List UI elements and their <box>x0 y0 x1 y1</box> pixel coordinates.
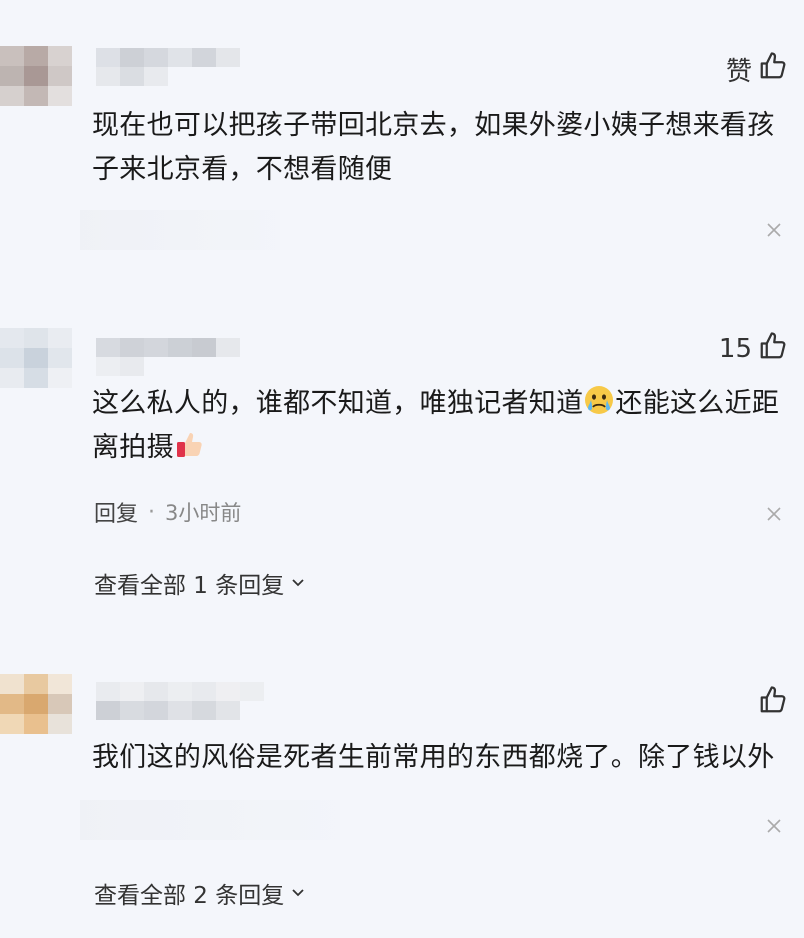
view-replies-button[interactable]: 查看全部 2 条回复 <box>94 876 306 910</box>
comment-3: 我们这的风俗是死者生前常用的东西都烧了。除了钱以外 查看全部 2 条回复 <box>0 640 804 938</box>
separator-dot: · <box>148 499 156 525</box>
comment-1: 赞 现在也可以把孩子带回北京去，如果外婆小姨子想来看孩子来北京看，不想看随便 <box>0 0 804 300</box>
reply-button[interactable]: 回复 <box>94 496 138 528</box>
timestamp: 3小时前 <box>165 501 242 525</box>
like-count: 15 <box>718 334 752 364</box>
avatar[interactable] <box>0 328 72 390</box>
username-blurred[interactable] <box>96 48 240 86</box>
thumbs-up-icon <box>758 331 788 368</box>
thumbs-up-emoji <box>174 428 206 460</box>
like-button[interactable]: 15 <box>718 331 788 368</box>
blurred-region <box>80 800 340 840</box>
chevron-down-icon <box>290 880 306 906</box>
avatar[interactable] <box>0 46 72 108</box>
like-button[interactable]: 赞 <box>725 51 788 88</box>
like-label: 赞 <box>725 56 752 87</box>
thumbs-up-icon <box>758 51 788 88</box>
view-replies-label: 查看全部 1 条回复 <box>94 573 285 599</box>
chevron-down-icon <box>290 570 306 596</box>
close-icon[interactable] <box>766 506 782 522</box>
avatar[interactable] <box>0 674 72 736</box>
blurred-region <box>80 210 280 250</box>
comment-text: 这么私人的，谁都不知道，唯独记者知道 还能这么近距离拍摄 <box>92 382 790 470</box>
view-replies-label: 查看全部 2 条回复 <box>94 883 285 909</box>
username-blurred[interactable] <box>96 338 240 376</box>
like-button[interactable] <box>758 685 788 722</box>
comment-text: 我们这的风俗是死者生前常用的东西都烧了。除了钱以外 <box>92 742 775 773</box>
close-icon[interactable] <box>766 818 782 834</box>
thumbs-up-icon <box>758 685 788 722</box>
comment-2: 15 这么私人的，谁都不知道，唯独记者知道 还能这么近距离拍摄 回复 · 3小时前… <box>0 300 804 640</box>
comment-text-part1: 这么私人的，谁都不知道，唯独记者知道 <box>92 388 584 419</box>
crying-face-emoji <box>583 384 615 416</box>
close-icon[interactable] <box>766 222 782 238</box>
comment-text: 现在也可以把孩子带回北京去，如果外婆小姨子想来看孩子来北京看，不想看随便 <box>92 110 775 185</box>
view-replies-button[interactable]: 查看全部 1 条回复 <box>94 566 306 600</box>
comment-meta: 回复 · 3小时前 <box>94 496 241 528</box>
username-blurred[interactable] <box>96 682 264 720</box>
